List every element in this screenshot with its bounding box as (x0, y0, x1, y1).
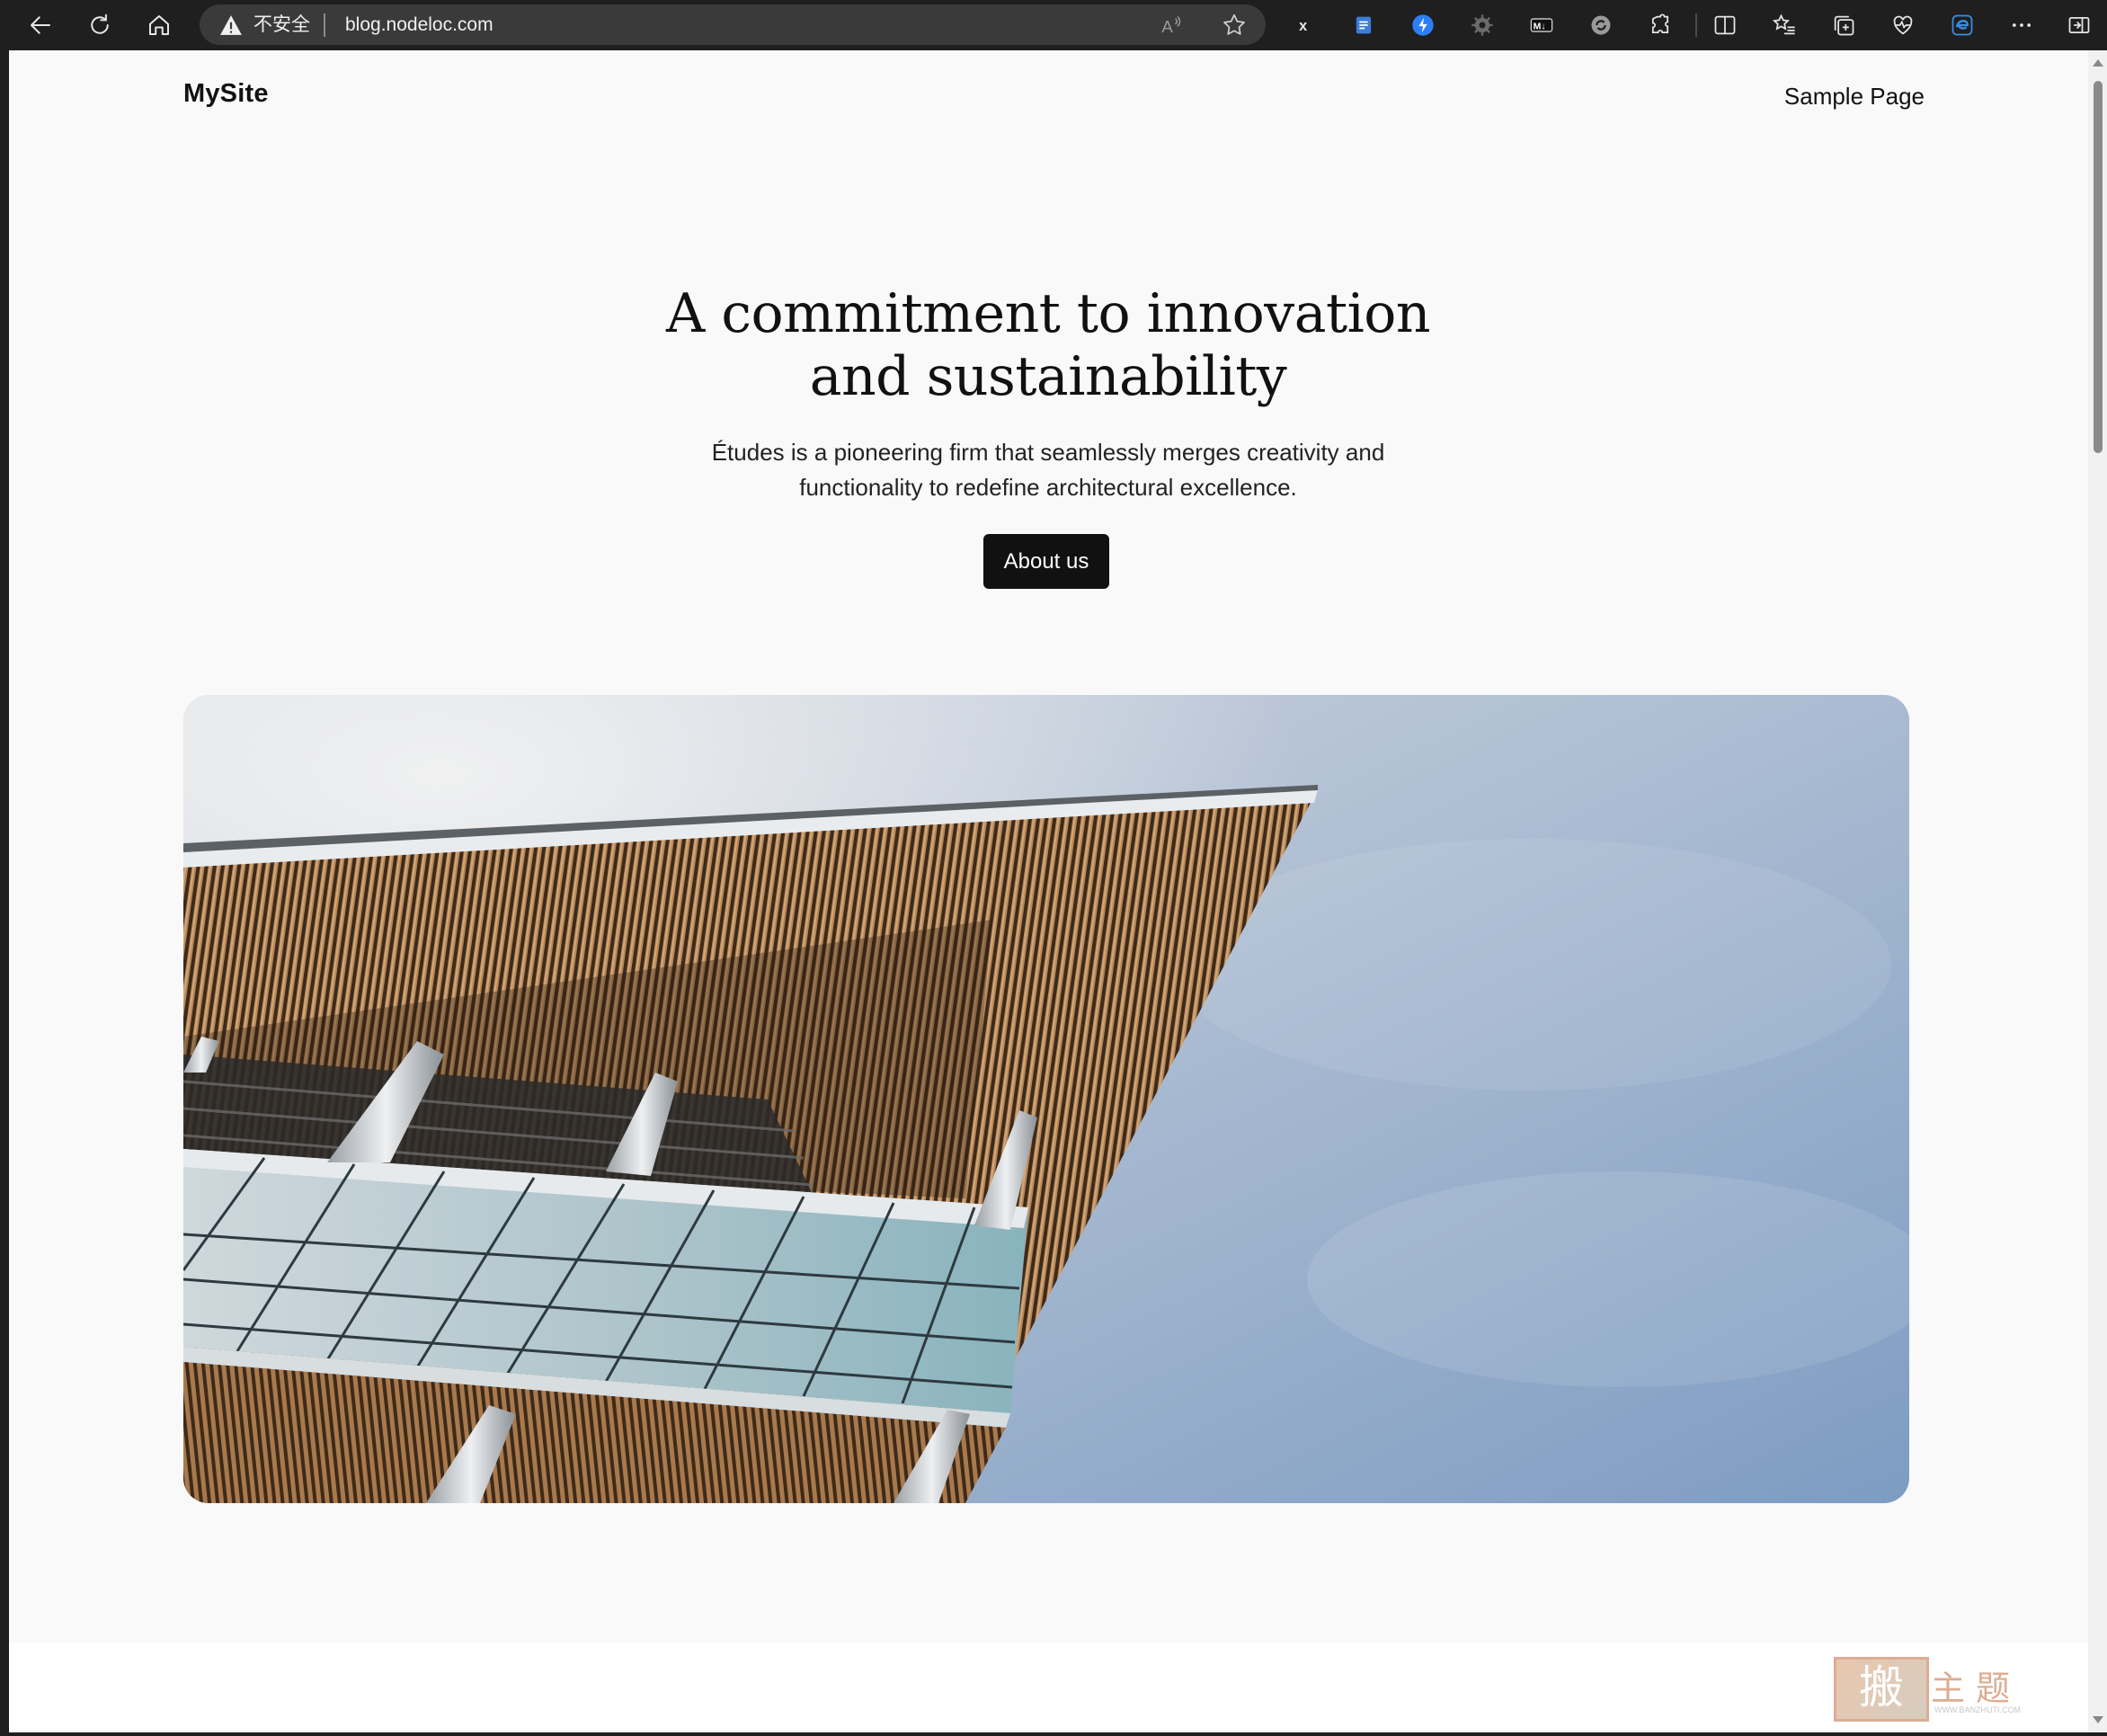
architecture-photo (183, 695, 1909, 1503)
hero-description-line2: functionality to redefine architectural … (799, 474, 1297, 501)
hero-heading: A commitment to innovation and sustainab… (509, 282, 1587, 408)
read-aloud-icon[interactable]: A (1160, 13, 1185, 38)
svg-text:M↓: M↓ (1534, 22, 1546, 32)
svg-text:x: x (1299, 18, 1307, 34)
address-divider (324, 13, 325, 37)
gear-extension-icon[interactable] (1466, 9, 1498, 41)
x-extension-icon[interactable]: x (1288, 9, 1320, 41)
security-label[interactable]: 不安全 (253, 14, 310, 36)
hero-description-line1: Études is a pioneering firm that seamles… (711, 439, 1385, 466)
page-viewport: MySite Sample Page A commitment to innov… (9, 50, 2107, 1732)
warning-triangle-icon[interactable] (219, 14, 243, 36)
home-icon[interactable] (138, 4, 180, 46)
address-bar[interactable]: 不安全 blog.nodeloc.com A (200, 4, 1266, 45)
split-screen-icon[interactable] (1709, 9, 1741, 41)
lightning-extension-icon[interactable] (1407, 9, 1439, 41)
hero-heading-line1: A commitment to innovation (665, 282, 1431, 345)
refresh-icon[interactable] (79, 4, 120, 46)
scroll-up-arrow-icon[interactable] (2093, 59, 2103, 67)
favorites-list-icon[interactable] (1768, 9, 1800, 41)
sidebar-toggle-icon[interactable] (2063, 9, 2095, 41)
collections-icon[interactable] (1827, 9, 1860, 41)
vertical-scrollbar[interactable] (2088, 50, 2107, 1732)
nav-link-sample-page[interactable]: Sample Page (1784, 83, 1925, 111)
watermark-subtext: WWW.BANZHUTI.COM (1934, 1705, 2021, 1714)
hero-description: Études is a pioneering firm that seamles… (644, 435, 1453, 505)
watermark-logo: 搬 主题 WWW.BANZHUTI.COM (1834, 1657, 2040, 1729)
favorite-star-icon[interactable] (1221, 12, 1248, 39)
browser-toolbar: 不安全 blog.nodeloc.com A x M↓ (0, 0, 2107, 49)
about-us-button[interactable]: About us (983, 534, 1109, 589)
hero-heading-line2: and sustainability (809, 345, 1287, 408)
scroll-thumb[interactable] (2094, 81, 2103, 453)
toolbar-divider (1695, 13, 1697, 37)
back-arrow-icon[interactable] (20, 4, 61, 46)
more-options-icon[interactable] (2005, 9, 2038, 41)
page-content: MySite Sample Page A commitment to innov… (9, 50, 2088, 1643)
url-text[interactable]: blog.nodeloc.com (345, 14, 493, 36)
browser-essentials-icon[interactable] (1887, 9, 1919, 41)
site-title[interactable]: MySite (183, 79, 269, 109)
architecture-illustration (183, 695, 1909, 1503)
edge-icon[interactable] (1946, 9, 1978, 41)
extensions-puzzle-icon[interactable] (1644, 9, 1676, 41)
scroll-down-arrow-icon[interactable] (2093, 1716, 2103, 1723)
markdown-extension-icon[interactable]: M↓ (1525, 9, 1558, 41)
watermark-text: 主题 (1931, 1669, 2022, 1708)
sync-extension-icon[interactable] (1585, 9, 1617, 41)
translate-extension-icon[interactable] (1347, 9, 1380, 41)
watermark-box: 搬 (1834, 1657, 1929, 1722)
svg-text:A: A (1161, 17, 1173, 36)
